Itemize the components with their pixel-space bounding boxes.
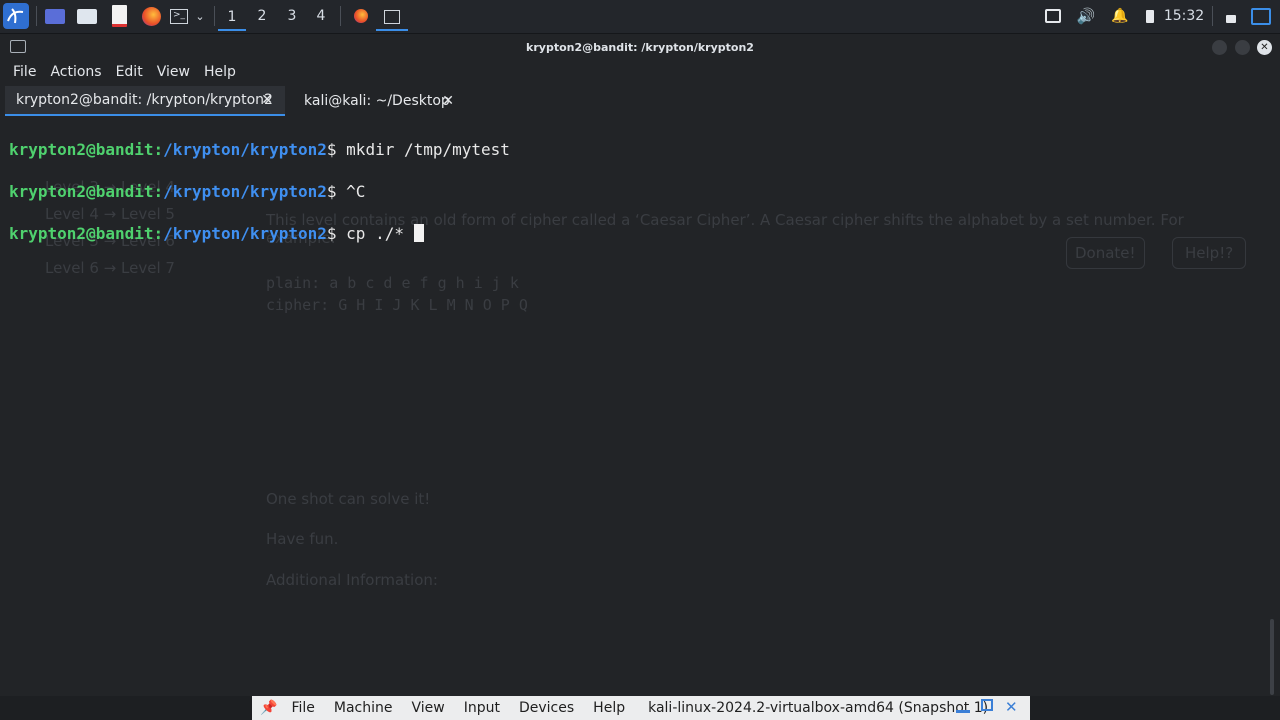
terminal-line: krypton2@bandit:/krypton/krypton2$ mkdir… [9,140,510,159]
prompt-user: krypton2@bandit [9,140,154,159]
tab-close-icon[interactable]: ✕ [261,92,273,108]
virtualbox-bar: 📌 File Machine View Input Devices Help k… [252,696,1030,720]
prompt-user: krypton2@bandit [9,182,154,201]
prompt-user: krypton2@bandit [9,224,154,243]
menu-actions[interactable]: Actions [50,64,101,80]
maximize-button[interactable] [1235,40,1250,55]
vbox-menu-file[interactable]: File [291,700,314,716]
prompt-path: /krypton/krypton2 [163,182,327,201]
firefox-icon[interactable] [140,5,162,27]
text-editor-icon[interactable] [108,5,130,27]
desktop-icon[interactable] [44,5,66,27]
close-icon[interactable]: ✕ [1005,699,1021,715]
command-text: mkdir /tmp/mytest [346,140,510,159]
terminal-line: krypton2@bandit:/krypton/krypton2$ cp ./… [9,223,510,244]
vbox-menu-machine[interactable]: Machine [334,700,393,716]
notification-bell-icon[interactable]: 🔔 [1110,5,1130,27]
vbox-menu-devices[interactable]: Devices [519,700,574,716]
kali-menu-icon[interactable] [3,3,29,29]
ghost-help-button: Help!? [1172,237,1247,269]
ghost-paragraph: One shot can solve it! [266,490,431,508]
chevron-down-icon[interactable]: ⌄ [193,5,207,27]
terminal-launcher-icon[interactable]: >_ [168,5,190,27]
volume-icon[interactable]: 🔊 [1076,5,1096,27]
menu-file[interactable]: File [13,64,36,80]
tab-bar: krypton2@bandit: /krypton/krypton2 ✕ kal… [0,86,1280,116]
display-icon[interactable] [1044,5,1062,27]
logout-icon[interactable] [1250,5,1272,27]
workspace-3[interactable]: 3 [278,5,306,27]
menu-edit[interactable]: Edit [116,64,143,80]
command-text: ^C [346,182,366,201]
pin-icon[interactable]: 📌 [260,700,277,716]
firefox-task-icon[interactable] [350,5,372,27]
close-window-button[interactable]: ✕ [1257,40,1272,55]
workspace-4[interactable]: 4 [307,5,335,27]
workspace-1[interactable]: 1 [218,5,246,31]
tab-krypton2[interactable]: krypton2@bandit: /krypton/krypton2 ✕ [5,86,285,116]
terminal-task-icon[interactable] [376,5,408,31]
ghost-paragraph: Have fun. [266,530,339,548]
terminal-output[interactable]: krypton2@bandit:/krypton/krypton2$ mkdir… [9,118,510,286]
prompt-path: /krypton/krypton2 [163,224,327,243]
minimize-button[interactable] [1212,40,1227,55]
terminal-window: Level 3 → Level 4 Level 4 → Level 5 Leve… [0,34,1280,696]
lock-icon[interactable] [1222,5,1240,27]
tab-close-icon[interactable]: ✕ [442,93,454,109]
ghost-cipher-line: cipher: G H I J K L M N O P Q [266,296,528,314]
restore-icon[interactable] [981,699,997,715]
tab-kali-desktop[interactable]: kali@kali: ~/Desktop ✕ [290,86,468,116]
scrollbar[interactable] [1270,619,1274,695]
battery-icon[interactable] [1142,5,1158,27]
tab-label: krypton2@bandit: /krypton/krypton2 [16,92,273,108]
vbox-menu-view[interactable]: View [411,700,444,716]
command-text: cp ./* [346,224,414,243]
ghost-donate-button: Donate! [1066,237,1145,269]
top-panel: >_ ⌄ 1 2 3 4 🔊 🔔 15:32 [0,0,1280,34]
ghost-paragraph: Additional Information: [266,571,438,589]
file-manager-icon[interactable] [76,5,98,27]
menu-help[interactable]: Help [204,64,236,80]
window-title: krypton2@bandit: /krypton/krypton2 [526,40,754,54]
clock[interactable]: 15:32 [1164,5,1204,27]
vbox-menu-input[interactable]: Input [464,700,500,716]
vbox-title: kali-linux-2024.2-virtualbox-amd64 (Snap… [648,700,989,716]
text-cursor [413,224,424,242]
menu-view[interactable]: View [157,64,190,80]
prompt-path: /krypton/krypton2 [163,140,327,159]
terminal-line: krypton2@bandit:/krypton/krypton2$ ^C [9,182,366,201]
menu-bar: File Actions Edit View Help [0,60,1280,84]
terminal-window-icon [10,40,26,53]
tab-label: kali@kali: ~/Desktop [304,93,450,109]
minimize-icon[interactable] [956,699,972,715]
window-titlebar[interactable]: krypton2@bandit: /krypton/krypton2 ✕ [0,34,1280,60]
vbox-menu-help[interactable]: Help [593,700,625,716]
workspace-2[interactable]: 2 [248,5,276,27]
